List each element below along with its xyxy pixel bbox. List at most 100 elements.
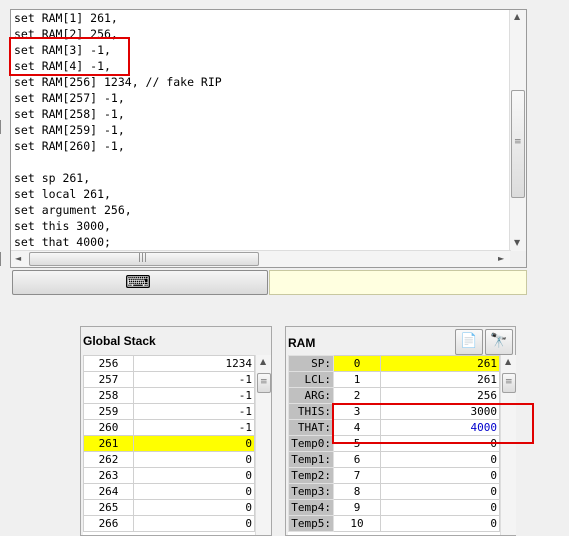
keyboard-icon: ⌨ [125,272,151,293]
scroll-up-arrow-icon[interactable]: ▲ [514,12,520,21]
ram-row[interactable]: Temp1: 6 0 [288,451,500,468]
ram-row[interactable]: SP: 0 261 [288,355,500,372]
horizontal-scroll-thumb[interactable]: ||| [29,252,259,266]
stack-row[interactable]: 262 0 [83,451,255,468]
ram-value[interactable]: 261 [380,355,500,372]
stack-address: 262 [83,451,134,468]
ram-address: 9 [333,499,381,516]
grip-icon: ≡ [260,377,268,387]
stack-value[interactable]: 0 [133,499,255,516]
stack-row[interactable]: 258 -1 [83,387,255,404]
scroll-right-arrow-icon[interactable]: ► [498,254,504,263]
stack-address: 258 [83,387,134,404]
stack-row[interactable]: 265 0 [83,499,255,516]
ram-row[interactable]: Temp2: 7 0 [288,467,500,484]
ram-scroll-thumb[interactable]: ≡ [502,373,516,393]
ram-register-name: LCL: [288,371,334,388]
stack-address: 260 [83,419,134,436]
status-message-field [269,270,527,295]
stack-scroll-thumb[interactable]: ≡ [257,373,271,393]
global-stack-title: Global Stack [83,334,156,348]
ram-value[interactable]: 0 [380,483,500,500]
stack-address: 257 [83,371,134,388]
stack-address: 265 [83,499,134,516]
stack-value[interactable]: -1 [133,371,255,388]
ram-row[interactable]: Temp4: 9 0 [288,499,500,516]
stack-value[interactable]: -1 [133,387,255,404]
ram-value[interactable]: 261 [380,371,500,388]
ram-register-name: SP: [288,355,334,372]
ram-title: RAM [288,336,316,350]
ram-scrollbar[interactable]: ▲ ≡ [500,355,516,535]
ram-value[interactable]: 0 [380,499,500,516]
ram-register-name: THAT: [288,419,334,436]
stack-value[interactable]: 1234 [133,355,255,372]
stack-row[interactable]: 259 -1 [83,403,255,420]
ram-value[interactable]: 0 [380,467,500,484]
horizontal-scrollbar[interactable]: ◄ ||| ► [11,250,511,267]
ram-value[interactable]: 0 [380,515,500,532]
stack-address: 266 [83,515,134,532]
scroll-up-arrow-icon[interactable]: ▲ [505,357,511,366]
ram-register-name: Temp1: [288,451,334,468]
scroll-up-arrow-icon[interactable]: ▲ [260,357,266,366]
stack-address: 259 [83,403,134,420]
stack-value[interactable]: 0 [133,451,255,468]
ram-row[interactable]: Temp5: 10 0 [288,515,500,532]
ram-register-name: THIS: [288,403,334,420]
ram-register-name: Temp2: [288,467,334,484]
script-line: set this 3000, [14,219,111,233]
script-line: set that 4000; [14,235,111,249]
script-line: set sp 261, [14,171,91,185]
ram-row[interactable]: LCL: 1 261 [288,371,500,388]
ram-row[interactable]: ARG: 2 256 [288,387,500,404]
ram-register-name: Temp5: [288,515,334,532]
stack-value[interactable]: -1 [133,419,255,436]
stack-value[interactable]: -1 [133,403,255,420]
window-edge [0,120,1,134]
script-line: set RAM[257] -1, [14,91,125,105]
binoculars-icon[interactable]: 🔭 [485,329,513,355]
script-line: set RAM[260] -1, [14,139,125,153]
script-line: set RAM[1] 261, [14,11,118,25]
stack-address: 256 [83,355,134,372]
load-file-icon[interactable]: 📄 [455,329,483,355]
global-stack-table-area[interactable]: 256 1234 257 -1 258 -1 259 -1 260 -1 261 0 262 0 263 0 2… [83,355,255,535]
ram-address: 2 [333,387,381,404]
ram-table-area[interactable]: SP: 0 261 LCL: 1 261 ARG: 2 256 THIS: 3 3000 THAT: 4 4… [288,355,500,535]
stack-row[interactable]: 263 0 [83,467,255,484]
grip-icon: ≡ [505,377,513,387]
global-stack-panel: Global Stack 256 1234 257 -1 258 -1 259 -1 260 -1… [80,326,272,536]
stack-address: 261 [83,435,134,452]
stack-row[interactable]: 260 -1 [83,419,255,436]
ram-address: 10 [333,515,381,532]
ram-value[interactable]: 0 [380,451,500,468]
stack-value[interactable]: 0 [133,435,255,452]
ram-register-name: Temp3: [288,483,334,500]
scroll-down-arrow-icon[interactable]: ▼ [514,238,520,247]
grip-icon: ≡ [514,137,522,147]
keyboard-button[interactable]: ⌨ [12,270,268,295]
stack-value[interactable]: 0 [133,515,255,532]
vertical-scrollbar[interactable]: ▲ ≡ ▼ [509,10,526,252]
ram-address: 7 [333,467,381,484]
ram-address: 6 [333,451,381,468]
scroll-corner [510,251,526,267]
stack-row[interactable]: 261 0 [83,435,255,452]
ram-address: 1 [333,371,381,388]
global-stack-table: 256 1234 257 -1 258 -1 259 -1 260 -1 261 0 262 0 263 0 2… [83,355,255,532]
scroll-left-arrow-icon[interactable]: ◄ [15,254,21,263]
vertical-scroll-thumb[interactable]: ≡ [511,90,525,198]
stack-value[interactable]: 0 [133,467,255,484]
stack-row[interactable]: 264 0 [83,483,255,500]
stack-row[interactable]: 266 0 [83,515,255,532]
script-line [14,154,222,170]
stack-row[interactable]: 256 1234 [83,355,255,372]
script-line: set local 261, [14,187,111,201]
stack-row[interactable]: 257 -1 [83,371,255,388]
stack-address: 264 [83,483,134,500]
global-stack-scrollbar[interactable]: ▲ ≡ [255,355,271,535]
ram-row[interactable]: Temp3: 8 0 [288,483,500,500]
ram-value[interactable]: 256 [380,387,500,404]
stack-value[interactable]: 0 [133,483,255,500]
